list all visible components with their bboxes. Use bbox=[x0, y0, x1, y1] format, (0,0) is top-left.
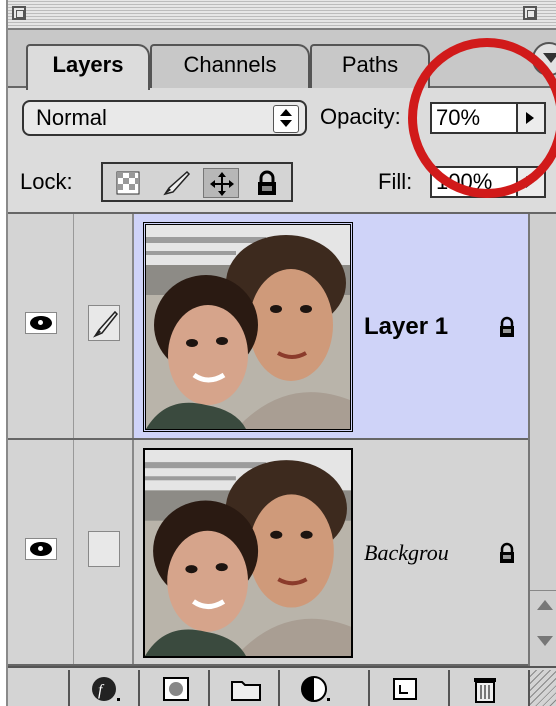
layer-mask-button[interactable] bbox=[138, 670, 208, 706]
tab-paths[interactable]: Paths bbox=[310, 44, 430, 88]
close-box-icon[interactable] bbox=[12, 6, 26, 20]
layer-row[interactable]: Layer 1 bbox=[8, 214, 528, 440]
layers-list: Layer 1 Backgrou bbox=[8, 214, 528, 666]
new-layer-button[interactable] bbox=[368, 670, 438, 706]
new-set-button[interactable] bbox=[208, 670, 278, 706]
adjustment-layer-icon bbox=[301, 676, 330, 702]
layer-row[interactable]: Backgrou bbox=[8, 440, 528, 666]
fill-label: Fill: bbox=[378, 169, 413, 194]
link-column bbox=[74, 440, 134, 664]
link-column bbox=[74, 214, 134, 438]
layer-lock-icon bbox=[496, 316, 518, 338]
palette-footer: f bbox=[8, 666, 556, 706]
highlight-circle bbox=[408, 38, 556, 198]
scroll-up-icon[interactable] bbox=[537, 600, 553, 610]
layer-style-icon: f bbox=[92, 677, 120, 701]
layer-lock-icon bbox=[496, 542, 518, 564]
blend-mode-value: Normal bbox=[36, 105, 107, 130]
layer-thumbnail bbox=[143, 222, 353, 432]
layer-style-button[interactable]: f bbox=[68, 670, 138, 706]
zoom-box-icon[interactable] bbox=[523, 6, 537, 20]
blend-mode-select[interactable]: Normal bbox=[22, 100, 307, 136]
resize-grip-icon[interactable] bbox=[528, 670, 556, 706]
tab-layers[interactable]: Layers bbox=[26, 44, 150, 90]
select-arrows-icon bbox=[273, 105, 299, 133]
layers-scrollbar[interactable] bbox=[528, 214, 556, 666]
layer-name[interactable]: Backgrou bbox=[364, 538, 449, 568]
lock-transparency-icon[interactable] bbox=[111, 168, 147, 198]
visibility-column bbox=[8, 214, 74, 438]
brush-icon[interactable] bbox=[88, 305, 120, 341]
lock-options bbox=[101, 162, 293, 202]
lock-move-icon[interactable] bbox=[203, 168, 239, 198]
new-set-icon bbox=[231, 681, 261, 701]
lock-label: Lock: bbox=[20, 169, 73, 194]
lock-brush-icon[interactable] bbox=[157, 168, 193, 198]
eye-icon[interactable] bbox=[25, 538, 57, 560]
visibility-column bbox=[8, 440, 74, 664]
palette-titlebar[interactable] bbox=[8, 0, 556, 30]
new-layer-icon bbox=[393, 678, 417, 700]
layer-thumbnail bbox=[143, 448, 353, 658]
tab-channels[interactable]: Channels bbox=[150, 44, 310, 88]
layer-mask-icon bbox=[163, 677, 189, 701]
delete-layer-button[interactable] bbox=[448, 670, 518, 706]
link-box[interactable] bbox=[88, 531, 120, 567]
trash-icon bbox=[474, 678, 496, 703]
adjustment-layer-button[interactable] bbox=[278, 670, 348, 706]
layer-name[interactable]: Layer 1 bbox=[364, 312, 448, 342]
lock-all-icon[interactable] bbox=[249, 168, 285, 198]
opacity-label: Opacity: bbox=[320, 104, 401, 129]
scroll-down-icon[interactable] bbox=[537, 636, 553, 646]
eye-icon[interactable] bbox=[25, 312, 57, 334]
